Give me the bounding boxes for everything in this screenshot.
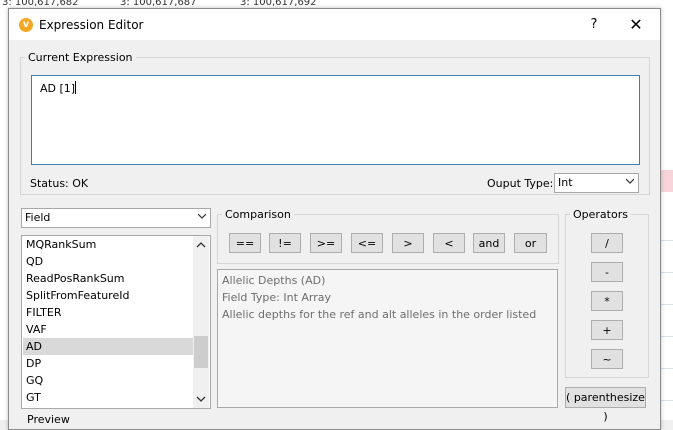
multiply-button[interactable]: *	[591, 291, 623, 311]
operators-legend: Operators	[573, 208, 628, 221]
output-type-select[interactable]: Int	[554, 173, 639, 193]
list-item-selected[interactable]: AD	[23, 338, 194, 355]
description-text: Allelic depths for the ref and alt allel…	[222, 308, 537, 321]
list-item[interactable]: VAF	[23, 321, 194, 338]
current-expression-legend: Current Expression	[28, 51, 133, 64]
greater-equal-button[interactable]: >=	[310, 233, 342, 253]
description-title: Allelic Depths (AD)	[222, 274, 326, 287]
comparison-legend: Comparison	[225, 208, 291, 221]
tilde-button[interactable]: ~	[591, 349, 623, 369]
scroll-down-icon[interactable]	[193, 392, 209, 406]
close-button[interactable]: ✕	[624, 15, 648, 35]
minus-button[interactable]: -	[591, 262, 623, 282]
field-category-value: Field	[25, 211, 51, 224]
field-description-panel: Allelic Depths (AD) Field Type: Int Arra…	[217, 269, 558, 408]
output-type-value: Int	[558, 176, 573, 189]
output-type-label: Ouput Type:	[487, 177, 554, 190]
greater-than-button[interactable]: >	[392, 233, 424, 253]
app-logo-icon: v	[19, 18, 33, 32]
chevron-down-icon	[626, 178, 634, 184]
parenthesize-button[interactable]: ( parenthesize )	[565, 387, 646, 423]
help-button[interactable]: ?	[582, 15, 606, 35]
list-item[interactable]: FILTER	[23, 304, 194, 321]
list-item[interactable]: GQ	[23, 372, 194, 389]
title-bar: v Expression Editor ? ✕	[9, 9, 660, 40]
background-cell: 3: 100,617,687	[120, 0, 197, 8]
list-item[interactable]: MQRankSum	[23, 236, 194, 253]
dialog-title: Expression Editor	[39, 18, 144, 32]
description-type: Field Type: Int Array	[222, 291, 332, 304]
plus-button[interactable]: +	[591, 320, 623, 340]
expression-editor-dialog: v Expression Editor ? ✕ Current Expressi…	[8, 8, 661, 430]
divide-button[interactable]: /	[591, 233, 623, 253]
background-left-panel	[0, 10, 8, 420]
and-button[interactable]: and	[473, 233, 505, 253]
or-button[interactable]: or	[514, 233, 547, 253]
background-cell: 3: 100,617,682	[2, 0, 79, 8]
background-cell: 3: 100,617,692	[240, 0, 317, 8]
less-equal-button[interactable]: <=	[351, 233, 383, 253]
field-list-scrollbar[interactable]	[193, 236, 209, 408]
field-list[interactable]: MQRankSum QD ReadPosRankSum SplitFromFea…	[21, 235, 211, 409]
list-item[interactable]: SplitFromFeatureId	[23, 287, 194, 304]
list-item[interactable]: DP	[23, 355, 194, 372]
list-item[interactable]: GT	[23, 389, 194, 406]
less-than-button[interactable]: <	[433, 233, 465, 253]
scroll-up-icon[interactable]	[193, 238, 209, 252]
list-item[interactable]: QD	[23, 253, 194, 270]
list-item[interactable]: ReadPosRankSum	[23, 270, 194, 287]
scrollbar-thumb[interactable]	[194, 336, 208, 368]
equals-button[interactable]: ==	[229, 233, 261, 253]
not-equals-button[interactable]: !=	[269, 233, 301, 253]
text-caret	[75, 81, 77, 94]
chevron-down-icon	[198, 213, 206, 219]
status-text: Status: OK	[30, 177, 89, 190]
field-category-select[interactable]: Field	[21, 208, 211, 228]
expression-text: AD [1]	[40, 82, 76, 95]
expression-input[interactable]: AD [1]	[31, 75, 640, 165]
